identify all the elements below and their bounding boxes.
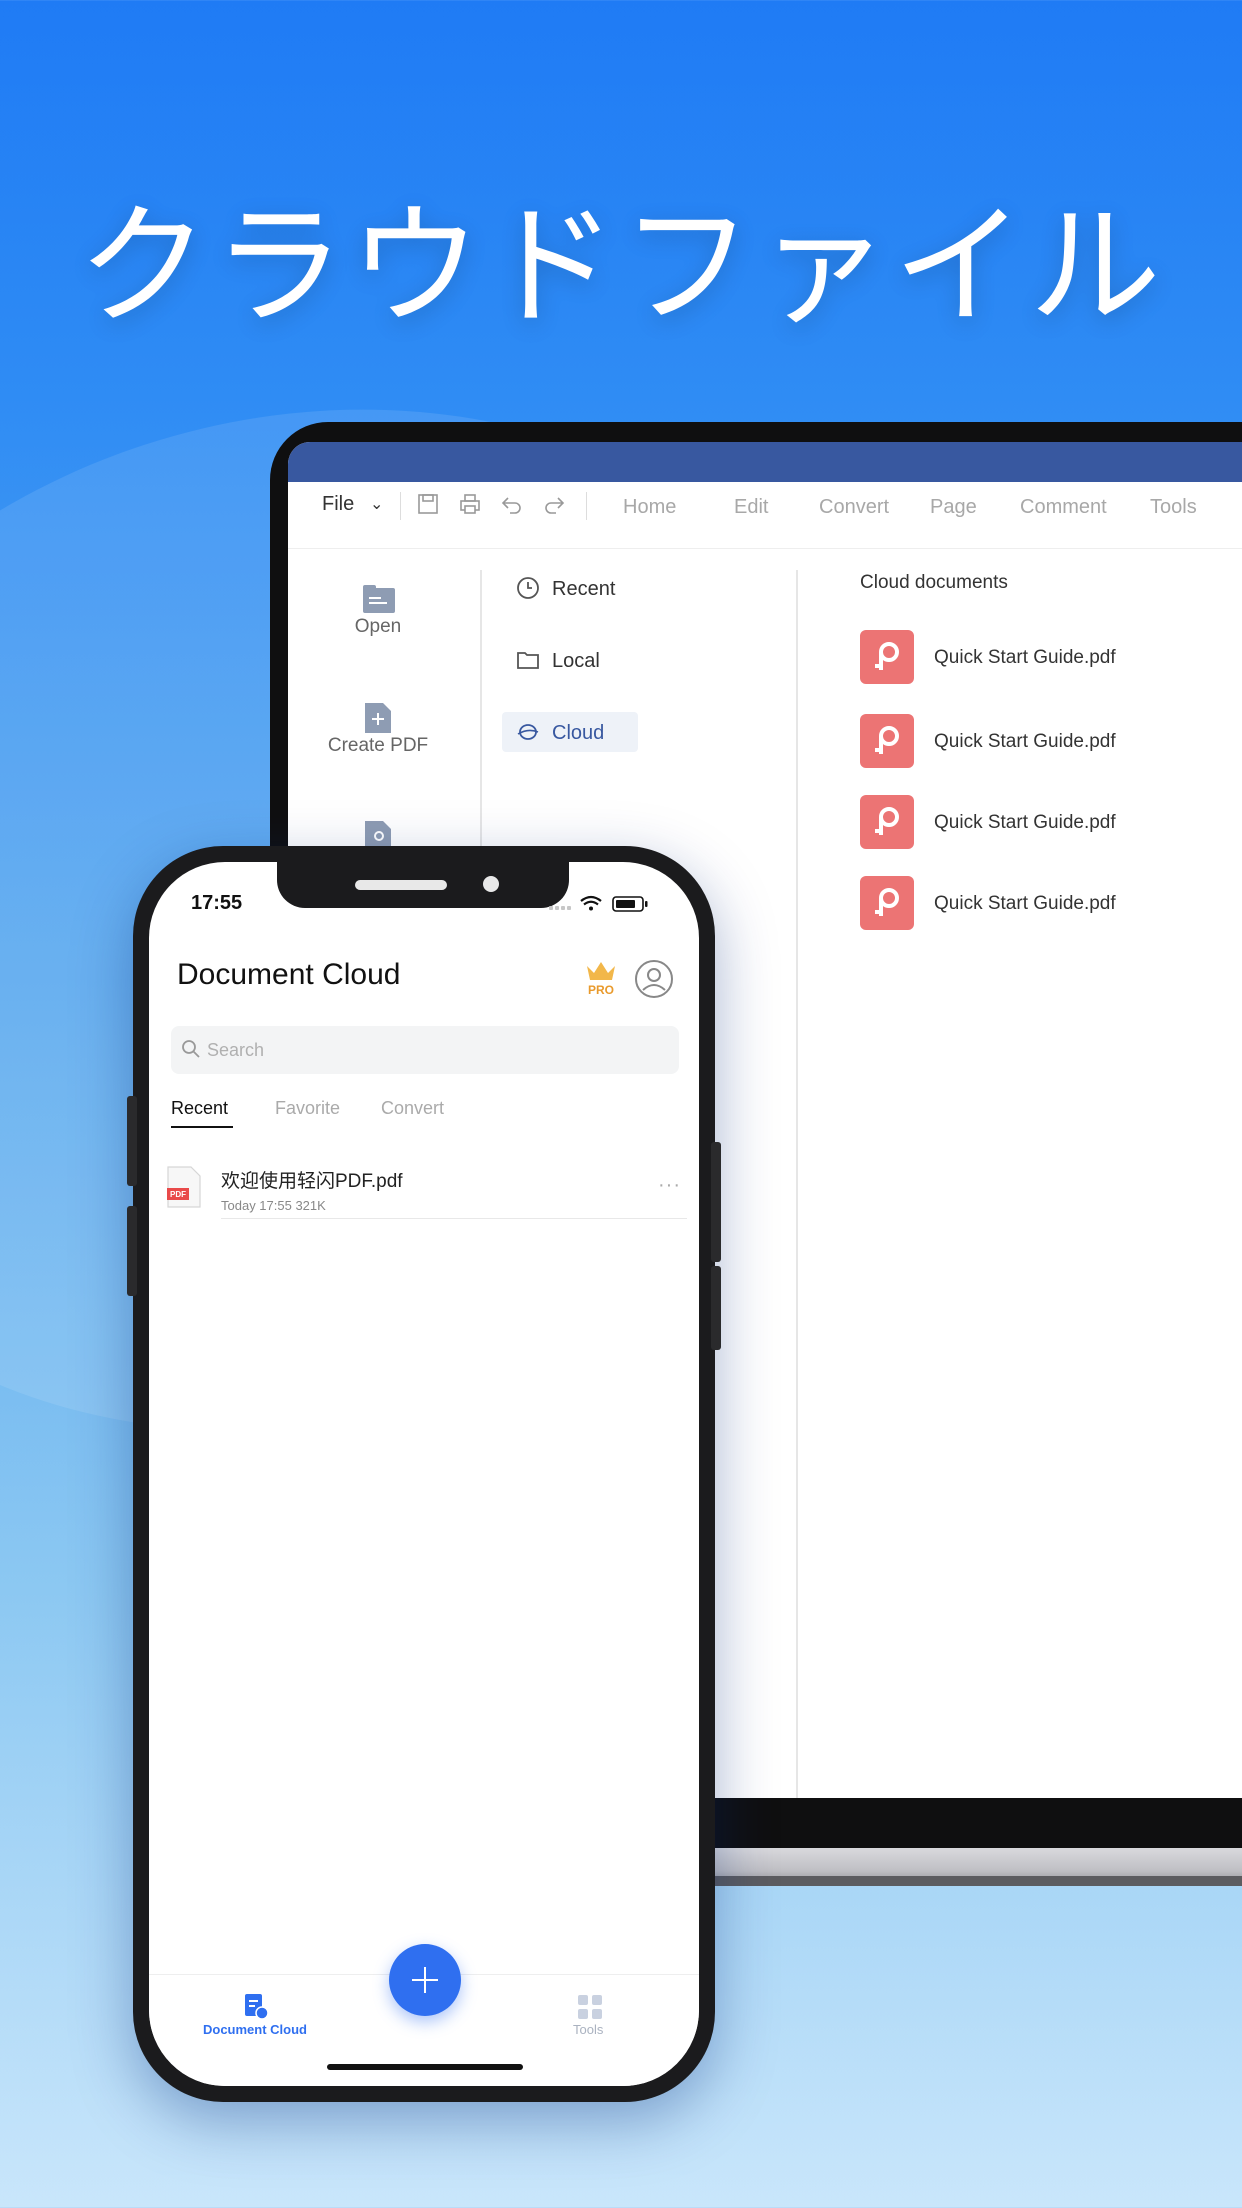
pdf-logo-icon (860, 876, 914, 930)
folder-icon (517, 652, 539, 669)
clock-icon (517, 577, 539, 599)
document-row[interactable]: Quick Start Guide.pdf (860, 630, 1220, 686)
notch (277, 862, 569, 908)
volume-button (127, 1206, 137, 1296)
side-button (711, 1266, 721, 1350)
speaker (355, 880, 447, 890)
search-placeholder: Search (207, 1040, 265, 1060)
battery-icon (612, 896, 648, 912)
divider (400, 492, 401, 520)
laptop-base-edge (640, 1876, 1242, 1886)
menu-comment[interactable]: Comment (1020, 496, 1107, 519)
tab-recent[interactable]: Recent (171, 1098, 228, 1119)
pdf-logo-icon (860, 795, 914, 849)
document-cloud-icon[interactable] (242, 1992, 270, 2020)
nav-recent[interactable]: Recent (552, 578, 615, 601)
camera (483, 876, 499, 892)
document-row[interactable]: Quick Start Guide.pdf (860, 795, 1220, 851)
list-item[interactable]: PDF 欢迎使用轻闪PDF.pdf Today 17:55 321K ··· (167, 1152, 687, 1232)
chevron-down-icon[interactable]: ⌄ (370, 494, 383, 514)
file-meta: Today 17:55 321K (221, 1198, 326, 1213)
open-button[interactable]: Open (288, 616, 468, 638)
nav-local[interactable]: Local (552, 650, 600, 673)
pdf-logo-icon (860, 630, 914, 684)
pro-badge: PRO (588, 983, 614, 997)
divider (796, 570, 798, 1798)
undo-icon[interactable] (500, 492, 524, 516)
create-pdf-icon (365, 703, 391, 733)
print-icon[interactable] (458, 492, 482, 516)
signal-icon (549, 906, 571, 910)
document-name: Quick Start Guide.pdf (934, 893, 1116, 914)
menu-tools[interactable]: Tools (1150, 496, 1197, 519)
redo-icon[interactable] (542, 492, 566, 516)
tab-favorite[interactable]: Favorite (275, 1098, 340, 1119)
document-row[interactable]: Quick Start Guide.pdf (860, 876, 1220, 932)
search-icon (182, 1040, 200, 1058)
document-row[interactable]: Quick Start Guide.pdf (860, 714, 1220, 770)
phone-frame: 17:55 Document Cloud PRO Search Recent F… (127, 846, 721, 2102)
document-name: Quick Start Guide.pdf (934, 647, 1116, 668)
wifi-icon (580, 895, 602, 906)
cloud-icon (517, 724, 539, 740)
svg-text:PDF: PDF (170, 1190, 186, 1199)
home-indicator (327, 2064, 523, 2070)
document-name: Quick Start Guide.pdf (934, 812, 1116, 833)
title-bar (288, 442, 1242, 482)
menu-home[interactable]: Home (623, 496, 676, 519)
tab-convert[interactable]: Convert (381, 1098, 444, 1119)
pro-crown-icon[interactable]: PRO (583, 958, 619, 998)
plus-icon (424, 1967, 426, 1993)
create-pdf-button[interactable]: Create PDF (288, 735, 468, 757)
page-title: Document Cloud (177, 958, 401, 991)
divider (586, 492, 587, 520)
user-icon (642, 968, 666, 991)
tab-document-cloud[interactable]: Document Cloud (203, 2022, 307, 2037)
menu-page[interactable]: Page (930, 496, 977, 519)
search-input[interactable]: Search (171, 1026, 679, 1074)
avatar[interactable] (635, 960, 673, 998)
tab-tools[interactable]: Tools (573, 2022, 603, 2037)
nav-cloud[interactable]: Cloud (552, 722, 604, 745)
document-name: Quick Start Guide.pdf (934, 731, 1116, 752)
divider (221, 1218, 687, 1219)
volume-button (127, 1096, 137, 1186)
power-button (711, 1142, 721, 1262)
add-button[interactable] (389, 1944, 461, 2016)
tools-grid-icon[interactable] (577, 1994, 603, 2020)
folder-icon (363, 585, 395, 613)
headline: クラウドファイル (77, 190, 1165, 344)
file-menu[interactable]: File (322, 493, 354, 516)
status-icons (549, 895, 648, 912)
save-icon[interactable] (416, 492, 440, 516)
menu-convert[interactable]: Convert (819, 496, 889, 519)
section-title: Cloud documents (860, 572, 1008, 593)
phone-screen: 17:55 Document Cloud PRO Search Recent F… (149, 862, 699, 2086)
menu-edit[interactable]: Edit (734, 496, 768, 519)
pdf-file-icon: PDF (167, 1166, 201, 1208)
more-icon[interactable]: ··· (658, 1174, 681, 1197)
file-name: 欢迎使用轻闪PDF.pdf (221, 1171, 403, 1192)
pdf-logo-icon (860, 714, 914, 768)
status-time: 17:55 (191, 892, 243, 914)
active-tab-indicator (171, 1126, 233, 1128)
